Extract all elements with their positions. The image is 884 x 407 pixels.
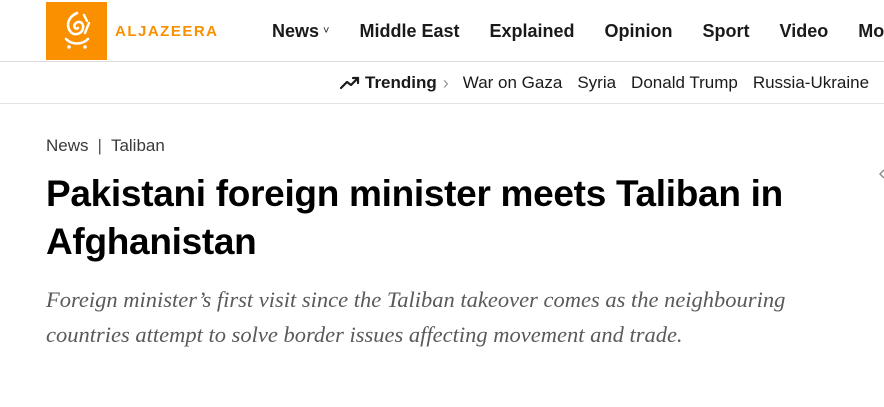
nav-item-label: News [272, 20, 320, 41]
nav-item-news[interactable]: News ˅ [272, 21, 329, 42]
trending-link-donald-trump[interactable]: Donald Trump [631, 73, 738, 93]
breadcrumb: News | Taliban [46, 136, 165, 156]
site-logo[interactable]: ALJAZEERA [46, 2, 219, 60]
chevron-right-icon: › [442, 72, 449, 93]
trending-label: Trending [340, 73, 437, 93]
article-headline: Pakistani foreign minister meets Taliban… [46, 173, 783, 262]
article-deck: Foreign minister’s first visit since the… [46, 287, 786, 347]
trending-link-russia-ukraine[interactable]: Russia-Ukraine [753, 73, 869, 93]
trending-bar: Trending › War on Gaza Syria Donald Trum… [0, 62, 884, 104]
nav-item-label: More [858, 20, 884, 41]
nav-item-opinion[interactable]: Opinion [605, 21, 673, 42]
nav-item-video[interactable]: Video [780, 21, 829, 42]
nav-item-middle-east[interactable]: Middle East [359, 21, 459, 42]
nav-item-label: Opinion [604, 20, 673, 41]
nav-item-sport[interactable]: Sport [703, 21, 750, 42]
chevron-down-icon: ˅ [323, 25, 330, 37]
breadcrumb-separator: | [97, 136, 102, 155]
trending-link-war-on-gaza[interactable]: War on Gaza [463, 73, 563, 93]
edge-shadow-decoration [879, 169, 884, 179]
aljazeera-logo-icon [46, 2, 107, 60]
nav-item-more[interactable]: More ˅ [858, 21, 884, 42]
logo-wordmark: ALJAZEERA [115, 22, 219, 40]
trending-up-icon [340, 76, 360, 90]
nav-item-label: Video [779, 20, 829, 41]
main-nav: News ˅ Middle East Explained Opinion Spo… [272, 0, 884, 62]
breadcrumb-news[interactable]: News [46, 136, 89, 156]
nav-item-label: Sport [702, 20, 750, 41]
nav-item-label: Middle East [359, 20, 460, 41]
trending-label-text: Trending [365, 73, 437, 92]
trending-link-syria[interactable]: Syria [577, 73, 616, 93]
site-header: ALJAZEERA News ˅ Middle East Explained O… [0, 0, 884, 62]
nav-item-label: Explained [489, 20, 575, 41]
nav-item-explained[interactable]: Explained [490, 21, 575, 42]
breadcrumb-taliban[interactable]: Taliban [111, 136, 165, 156]
